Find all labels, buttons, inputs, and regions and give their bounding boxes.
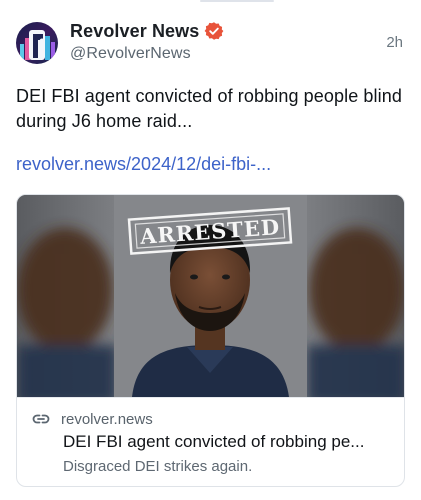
avatar[interactable] xyxy=(16,22,58,64)
card-meta: revolver.news DEI FBI agent convicted of… xyxy=(17,397,404,486)
post-text: DEI FBI agent convicted of robbing peopl… xyxy=(16,86,402,131)
post-link[interactable]: revolver.news/2024/12/dei-fbi-... xyxy=(16,152,411,177)
display-name[interactable]: Revolver News xyxy=(70,21,199,42)
card-description: Disgraced DEI strikes again. xyxy=(63,458,253,475)
card-domain: revolver.news xyxy=(61,410,153,428)
link-icon xyxy=(31,409,51,429)
author-block: Revolver News @RevolverNews xyxy=(70,19,405,63)
card-photo: ARRESTED xyxy=(17,195,404,397)
link-card[interactable]: ARRESTED revolver.news DEI FBI agent con… xyxy=(16,194,405,487)
card-title: DEI FBI agent convicted of robbing pe... xyxy=(63,432,365,451)
handle[interactable]: @RevolverNews xyxy=(70,45,405,63)
card-domain-row: revolver.news xyxy=(31,409,153,429)
verified-badge-icon xyxy=(204,21,224,41)
card-image[interactable]: ARRESTED xyxy=(17,195,404,397)
post[interactable]: Revolver News @RevolverNews 2h DEI FBI a… xyxy=(0,0,421,500)
revolver-news-logo-icon xyxy=(16,22,58,64)
timestamp[interactable]: 2h xyxy=(386,34,403,51)
